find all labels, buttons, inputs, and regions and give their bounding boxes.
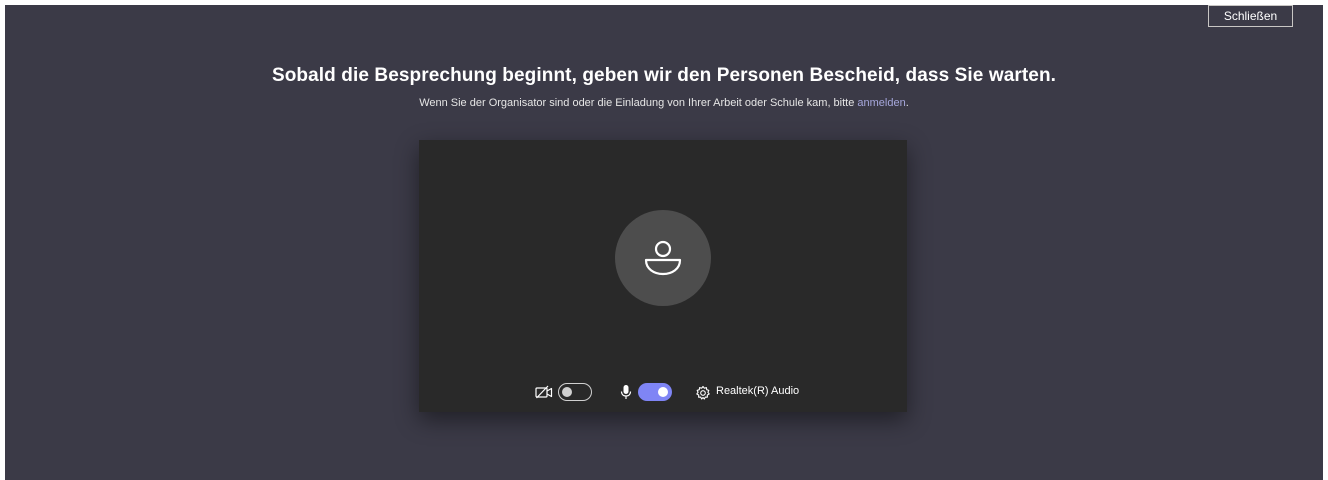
microphone-toggle-knob <box>658 387 668 397</box>
camera-toggle-knob <box>562 386 572 397</box>
person-icon <box>644 240 682 276</box>
video-preview: Realtek(R) Audio <box>419 140 907 412</box>
microphone-toggle[interactable] <box>638 383 672 401</box>
subline-period: . <box>905 97 909 109</box>
audio-device-label[interactable]: Realtek(R) Audio <box>716 385 799 397</box>
camera-toggle[interactable] <box>558 383 592 401</box>
lobby-screen: Schließen Sobald die Besprechung beginnt… <box>5 5 1323 480</box>
lobby-subline: Wenn Sie der Organisator sind oder die E… <box>5 97 1323 109</box>
avatar <box>615 210 711 306</box>
signin-link[interactable]: anmelden <box>857 97 905 109</box>
camera-off-icon[interactable] <box>535 385 553 399</box>
microphone-icon[interactable] <box>620 384 632 400</box>
gear-icon[interactable] <box>695 385 711 401</box>
subline-text: Wenn Sie der Organisator sind oder die E… <box>419 97 858 109</box>
close-button[interactable]: Schließen <box>1208 5 1293 27</box>
device-controls: Realtek(R) Audio <box>419 382 907 402</box>
lobby-headline: Sobald die Besprechung beginnt, geben wi… <box>271 65 1057 86</box>
